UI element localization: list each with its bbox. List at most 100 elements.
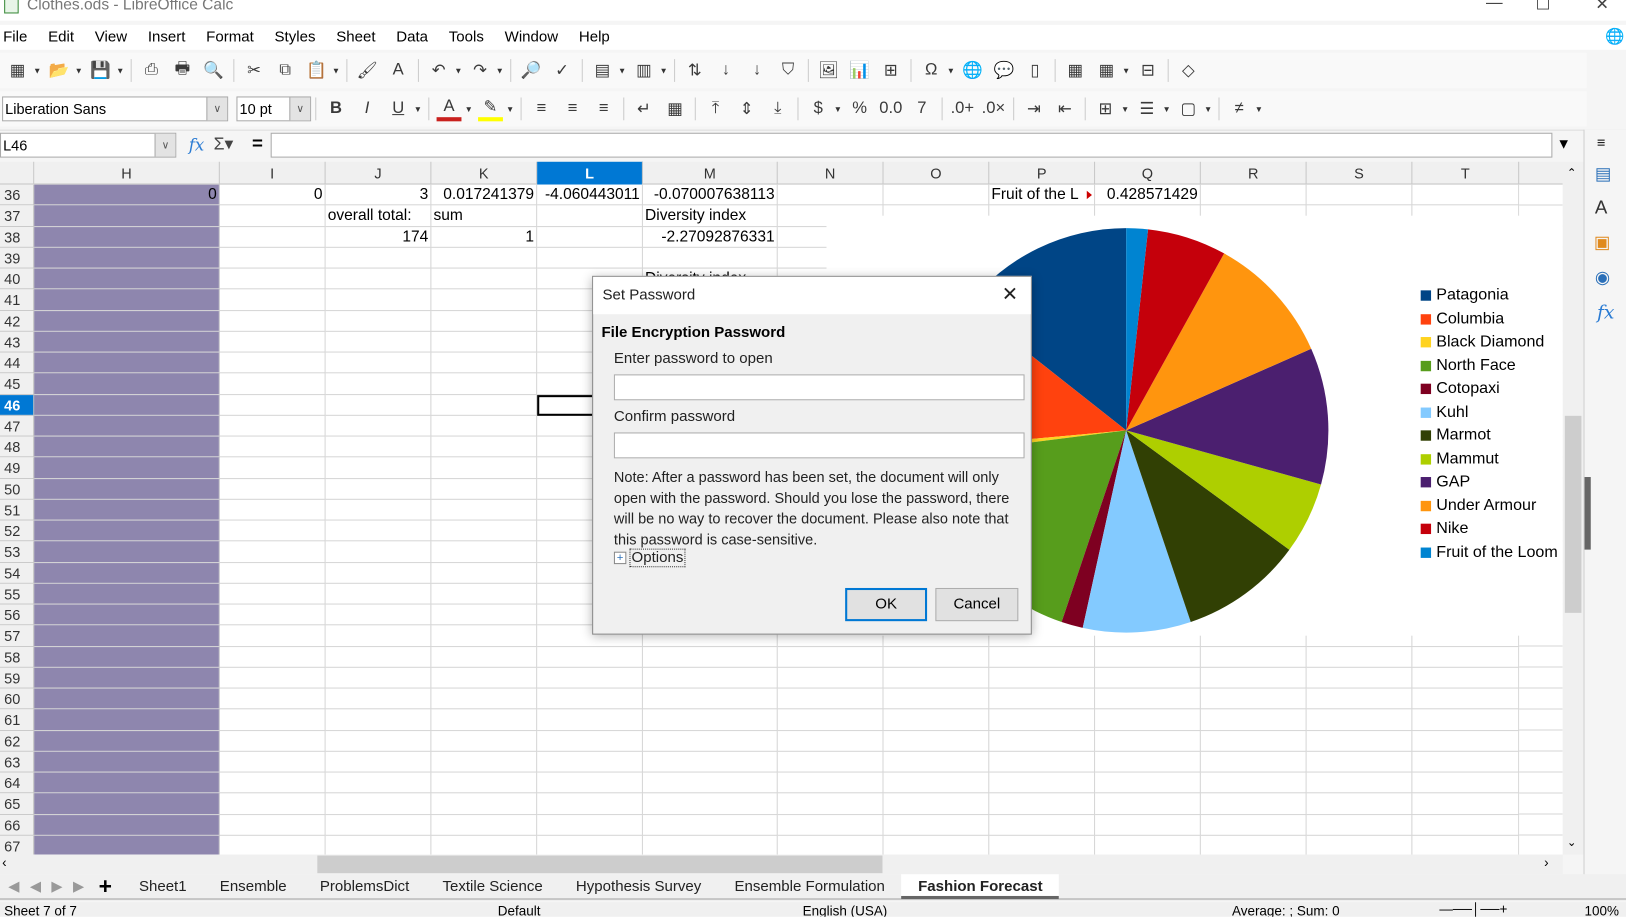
cell-I67[interactable] bbox=[220, 835, 326, 855]
cell-I66[interactable] bbox=[219, 814, 326, 836]
cell-J61[interactable] bbox=[325, 709, 432, 731]
increase-indent-icon[interactable]: ⇥ bbox=[1021, 96, 1046, 121]
corner-select-all[interactable] bbox=[0, 161, 35, 185]
align-top-icon[interactable]: ⤒ bbox=[703, 96, 728, 121]
functions-icon[interactable]: fx bbox=[1597, 302, 1614, 324]
cell-T64[interactable] bbox=[1412, 772, 1520, 794]
cell-I65[interactable] bbox=[219, 793, 326, 815]
dropdown-arrow-icon[interactable]: ▼ bbox=[332, 66, 340, 75]
row-header-54[interactable]: 54 bbox=[0, 562, 35, 584]
cell-J46[interactable] bbox=[325, 394, 432, 416]
cell-O60[interactable] bbox=[883, 688, 990, 710]
cell-S60[interactable] bbox=[1306, 688, 1413, 710]
row-header-39[interactable]: 39 bbox=[0, 247, 35, 269]
cell-M62[interactable] bbox=[642, 730, 778, 752]
cell-Q63[interactable] bbox=[1095, 751, 1201, 773]
cell-K44[interactable] bbox=[431, 352, 538, 374]
cell-H48[interactable] bbox=[34, 436, 220, 458]
cell-L61[interactable] bbox=[537, 709, 643, 731]
cell-S58[interactable] bbox=[1306, 646, 1413, 668]
cell-Q36[interactable]: 0.428571429 bbox=[1095, 184, 1201, 206]
first-sheet-icon[interactable]: ◀ bbox=[8, 877, 19, 895]
cell-H50[interactable] bbox=[34, 478, 220, 500]
cell-J65[interactable] bbox=[325, 793, 432, 815]
properties-icon[interactable]: ▤ bbox=[1595, 164, 1612, 185]
cell-K64[interactable] bbox=[431, 772, 538, 794]
cell-P60[interactable] bbox=[989, 688, 1096, 710]
cell-I63[interactable] bbox=[219, 751, 326, 773]
column-header-L[interactable]: L bbox=[537, 161, 643, 185]
navigator-icon[interactable]: ◉ bbox=[1595, 268, 1610, 289]
sheet-tab-ensemble-formulation[interactable]: Ensemble Formulation bbox=[718, 874, 902, 899]
cell-K55[interactable] bbox=[431, 583, 538, 605]
chevron-down-icon[interactable]: ∨ bbox=[206, 97, 228, 121]
cell-H56[interactable] bbox=[34, 604, 220, 626]
confirm-password-input[interactable] bbox=[613, 432, 1025, 459]
cell-J45[interactable] bbox=[325, 373, 432, 395]
cell-I56[interactable] bbox=[219, 604, 326, 626]
cell-M58[interactable] bbox=[642, 646, 778, 668]
column-header-S[interactable]: S bbox=[1307, 161, 1413, 185]
row-header-46[interactable]: 46 bbox=[0, 394, 35, 416]
dropdown-arrow-icon[interactable]: ▼ bbox=[496, 66, 504, 75]
cell-M65[interactable] bbox=[642, 793, 778, 815]
cell-R60[interactable] bbox=[1200, 688, 1307, 710]
number-format-icon[interactable]: 0.0 bbox=[878, 96, 903, 121]
cell-K56[interactable] bbox=[431, 604, 538, 626]
cell-Q65[interactable] bbox=[1095, 793, 1201, 815]
row-header-38[interactable]: 38 bbox=[0, 226, 35, 248]
column-header-Q[interactable]: Q bbox=[1095, 161, 1201, 185]
clone-formatting-icon[interactable]: 🖌 bbox=[355, 58, 380, 83]
cell-Q61[interactable] bbox=[1095, 709, 1201, 731]
row-icon[interactable]: ▤ bbox=[590, 58, 615, 83]
cell-T60[interactable] bbox=[1412, 688, 1520, 710]
font-size-combo[interactable]: 10 pt ∨ bbox=[236, 96, 312, 122]
cell-J64[interactable] bbox=[325, 772, 432, 794]
cell-O62[interactable] bbox=[883, 730, 990, 752]
cell-Q64[interactable] bbox=[1095, 772, 1201, 794]
cell-O61[interactable] bbox=[883, 709, 990, 731]
cell-H66[interactable] bbox=[34, 814, 220, 836]
cell-I55[interactable] bbox=[219, 583, 326, 605]
cell-J56[interactable] bbox=[325, 604, 432, 626]
cell-M39[interactable] bbox=[642, 247, 778, 269]
cell-J52[interactable] bbox=[325, 520, 432, 542]
cell-J49[interactable] bbox=[325, 457, 432, 479]
split-window-icon[interactable]: ⊟ bbox=[1136, 58, 1161, 83]
cell-M66[interactable] bbox=[642, 814, 778, 836]
conditional-format-icon[interactable]: ≠ bbox=[1227, 96, 1252, 121]
cell-H62[interactable] bbox=[34, 730, 220, 752]
export-pdf-icon[interactable]: ⎙ bbox=[139, 58, 164, 83]
cell-P65[interactable] bbox=[989, 793, 1096, 815]
menu-help[interactable]: Help bbox=[576, 29, 619, 46]
cell-O58[interactable] bbox=[883, 646, 990, 668]
dropdown-arrow-icon[interactable]: ▼ bbox=[1204, 104, 1212, 113]
language[interactable]: English (USA) bbox=[803, 904, 888, 917]
cell-J55[interactable] bbox=[325, 583, 432, 605]
cell-H36[interactable]: 0 bbox=[34, 184, 220, 206]
clear-formatting-icon[interactable]: A bbox=[386, 58, 411, 83]
cell-M61[interactable] bbox=[642, 709, 778, 731]
new-icon[interactable]: ▦ bbox=[5, 58, 30, 83]
column-header-R[interactable]: R bbox=[1201, 161, 1307, 185]
row-header-44[interactable]: 44 bbox=[0, 352, 35, 374]
cell-O65[interactable] bbox=[883, 793, 990, 815]
cell-H52[interactable] bbox=[34, 520, 220, 542]
cell-N66[interactable] bbox=[777, 814, 884, 836]
cell-N60[interactable] bbox=[777, 688, 884, 710]
align-right-icon[interactable]: ≡ bbox=[591, 96, 616, 121]
row-header-57[interactable]: 57 bbox=[0, 625, 35, 647]
chevron-down-icon[interactable]: ∨ bbox=[289, 97, 311, 121]
cell-N64[interactable] bbox=[777, 772, 884, 794]
cell-J53[interactable] bbox=[325, 541, 432, 563]
row-header-58[interactable]: 58 bbox=[0, 646, 35, 668]
cell-K67[interactable] bbox=[431, 835, 538, 855]
zoom-slider[interactable]: —──│──+ bbox=[1439, 902, 1507, 917]
dropdown-arrow-icon[interactable]: ▼ bbox=[414, 104, 422, 113]
cell-T66[interactable] bbox=[1412, 814, 1520, 836]
cell-M64[interactable] bbox=[642, 772, 778, 794]
menu-data[interactable]: Data bbox=[393, 29, 437, 46]
cell-J38[interactable]: 174 bbox=[325, 226, 432, 248]
close-icon[interactable]: ✕ bbox=[1002, 283, 1019, 307]
cell-K63[interactable] bbox=[431, 751, 538, 773]
